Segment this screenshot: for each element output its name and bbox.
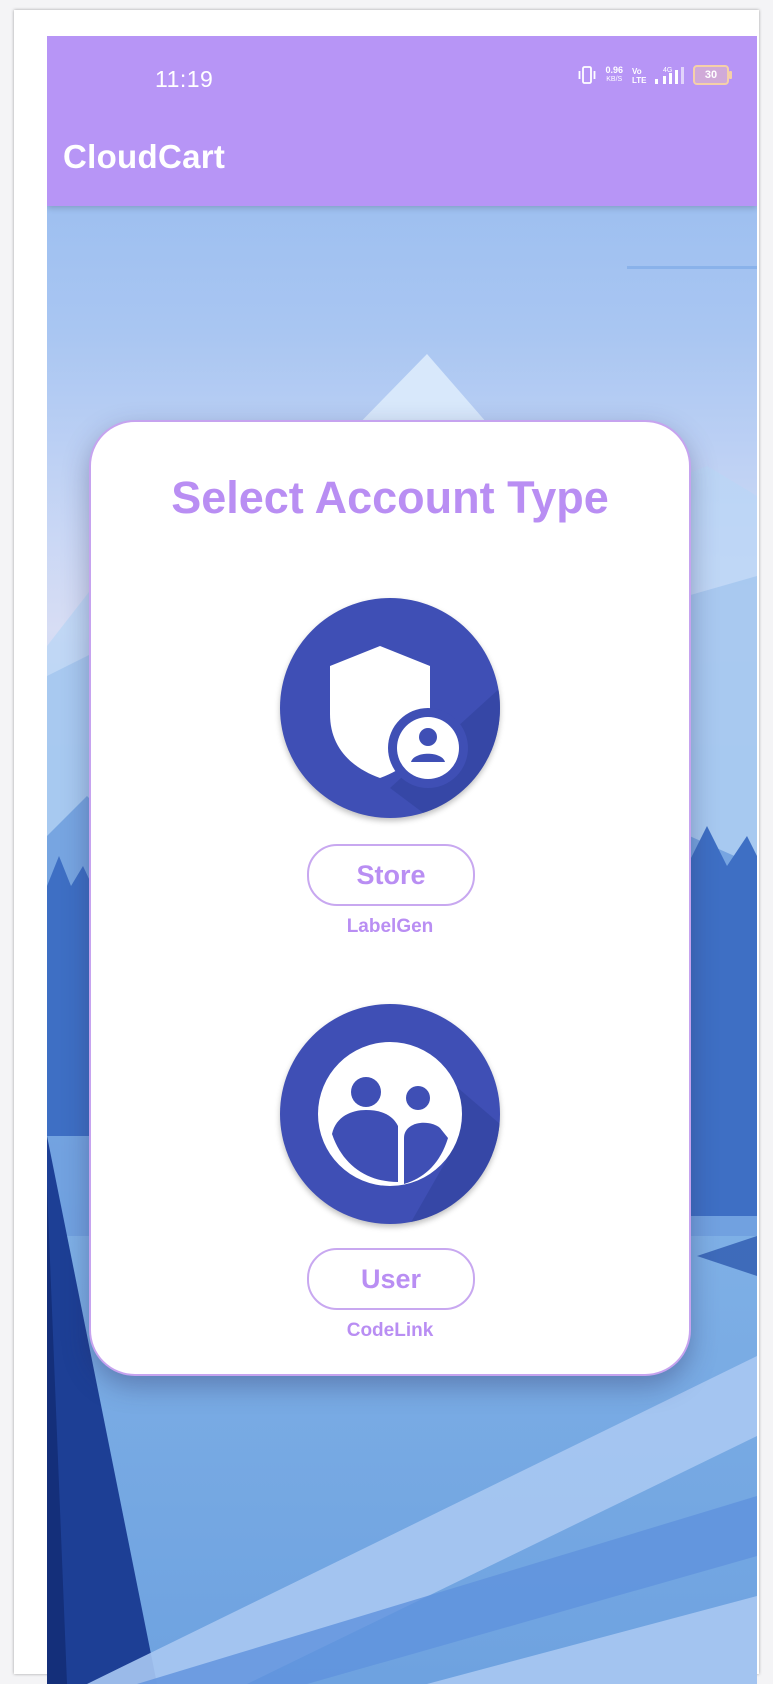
account-type-card: Select Account Type Store LabelGen User … xyxy=(89,420,691,1376)
status-time: 11:19 xyxy=(155,66,214,92)
card-title: Select Account Type xyxy=(171,472,609,523)
svg-text:4G: 4G xyxy=(663,67,672,74)
screen: 11:19 0.96 KB/S Vo LTE 4G 30 CloudCart S… xyxy=(47,36,757,1684)
store-subtitle: LabelGen xyxy=(346,916,434,937)
signal-icon: 4G xyxy=(655,67,684,84)
network-speed: 0.96 KB/S xyxy=(605,65,623,84)
users-group-icon[interactable] xyxy=(280,1004,500,1224)
volte-icon: Vo LTE xyxy=(632,67,647,84)
user-subtitle: CodeLink xyxy=(346,1320,434,1341)
vibrate-icon xyxy=(579,66,596,84)
svg-text:Vo: Vo xyxy=(632,67,642,76)
app-bar: 11:19 0.96 KB/S Vo LTE 4G 30 CloudCart xyxy=(47,36,757,206)
user-button[interactable]: User xyxy=(307,1248,475,1310)
svg-text:LTE: LTE xyxy=(632,76,647,84)
battery-icon: 30 xyxy=(693,65,732,85)
app-title: CloudCart xyxy=(63,138,226,175)
device-frame: 11:19 0.96 KB/S Vo LTE 4G 30 CloudCart S… xyxy=(14,10,759,1684)
admin-shield-icon[interactable] xyxy=(280,598,500,818)
store-button[interactable]: Store xyxy=(307,844,475,906)
status-icons: 0.96 KB/S Vo LTE 4G 30 xyxy=(577,62,732,88)
